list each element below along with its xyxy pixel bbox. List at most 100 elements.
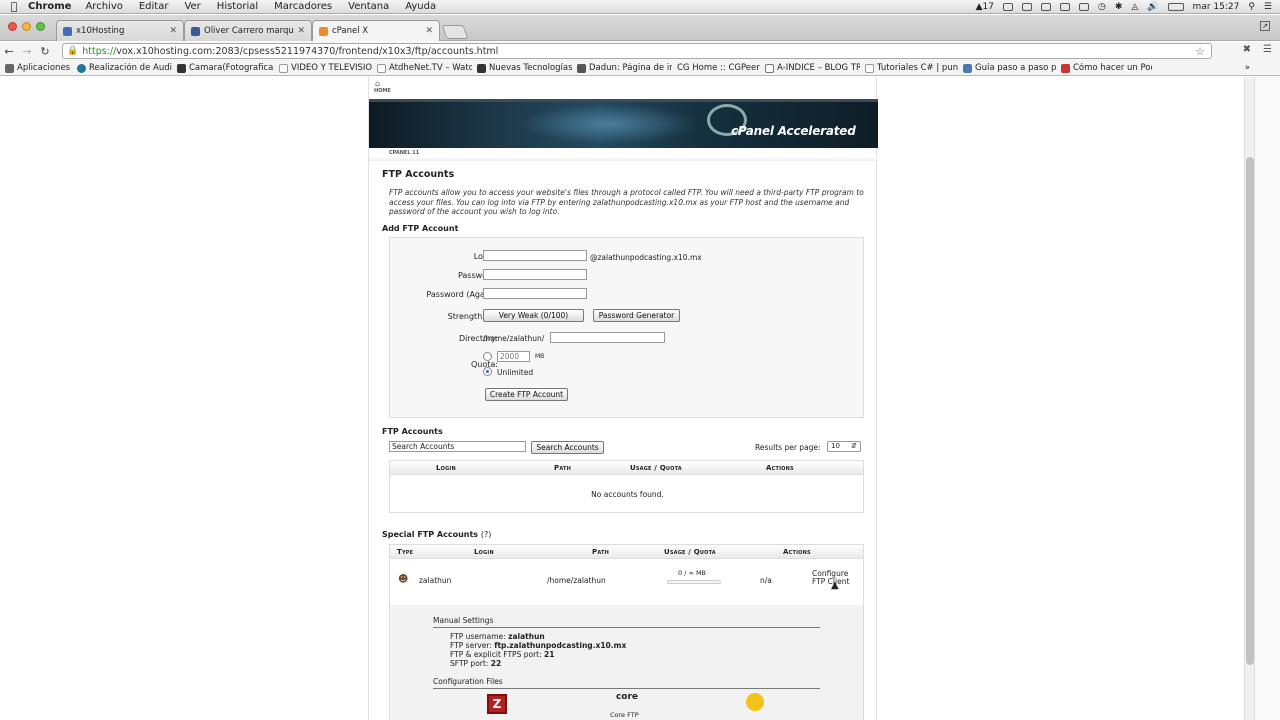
password-generator-button[interactable]: Password Generator [593, 309, 680, 322]
menu-ayuda[interactable]: Ayuda [405, 1, 436, 12]
menu-ventana[interactable]: Ventana [348, 1, 389, 12]
coreftp-label[interactable]: Core FTP [610, 711, 639, 719]
home-link[interactable]: HOME [374, 88, 391, 94]
bookmark-label: Aplicaciones [17, 63, 71, 73]
quota-unit: MB [535, 353, 545, 360]
extension-icon[interactable]: ✖ [1243, 44, 1251, 55]
scrollbar-thumb[interactable] [1246, 157, 1254, 665]
password-input[interactable] [483, 269, 587, 280]
bookmark-item[interactable]: Nuevas Tecnologías [472, 63, 572, 73]
bookmark-item[interactable]: A-INDICE – BLOG TR [760, 63, 860, 73]
volume-icon[interactable]: 🔊 [1147, 2, 1158, 12]
battery-icon[interactable] [1167, 3, 1184, 11]
tab-oliver[interactable]: Oliver Carrero marquez - C ✕ [184, 20, 312, 41]
close-window-button[interactable] [8, 22, 17, 31]
lock-icon[interactable]: 🔒 [67, 46, 78, 56]
apple-icon[interactable]:  [0, 0, 28, 13]
ftp-accounts-table: Login Path Usage / Quota Actions No acco… [389, 460, 864, 513]
bookmark-item[interactable]: Tutoriales C# | punt [860, 63, 958, 73]
bookmark-label: Nuevas Tecnologías [489, 63, 572, 73]
tab-x10hosting[interactable]: x10Hosting ✕ [56, 20, 184, 41]
special-ftp-table: Type Login Path Usage / Quota Actions ☻ … [389, 544, 864, 720]
u-icon [477, 63, 486, 73]
page-icon [279, 63, 288, 73]
wordpress-icon [77, 63, 86, 73]
search-accounts-input[interactable]: Search Accounts [389, 441, 526, 452]
apps-icon [5, 63, 14, 73]
spotlight-icon[interactable]: ⚲ [1248, 2, 1255, 12]
page-description: FTP accounts allow you to access your we… [389, 188, 864, 216]
forward-icon[interactable]: → [18, 45, 36, 58]
time-machine-icon[interactable]: ◷ [1098, 2, 1106, 12]
bookmark-item[interactable]: Aplicaciones [0, 63, 72, 73]
display-icon[interactable] [1079, 3, 1089, 11]
menu-icon[interactable]: ☰ [1263, 44, 1272, 55]
menu-app-name[interactable]: Chrome [28, 1, 71, 12]
bookmark-item[interactable]: Camara(Fotografica [172, 63, 274, 73]
dadun-icon [577, 63, 586, 73]
strength-label: Strength (?): [447, 312, 498, 321]
bookmark-item[interactable]: Realización de Audi [72, 63, 172, 73]
bookmark-item[interactable]: Dadun: Página de in [572, 63, 672, 73]
minimize-window-button[interactable] [22, 22, 31, 31]
quota-input[interactable]: 2000 [497, 351, 530, 362]
zoom-window-button[interactable] [36, 22, 45, 31]
drive-icon[interactable] [1041, 3, 1051, 11]
status-area: ▲17 ◷ ✱ ◬ 🔊 mar 15:27 ⚲ ☰ [976, 0, 1272, 14]
screen-icon[interactable] [1022, 3, 1032, 11]
password-label: Password: [457, 271, 498, 280]
bookmark-item[interactable]: AtdheNet.TV – Watc [372, 63, 472, 73]
column-path[interactable]: Path [554, 464, 571, 472]
search-accounts-button[interactable]: Search Accounts [531, 441, 604, 454]
bookmark-item[interactable]: Guía paso a paso pa [958, 63, 1056, 73]
tab-title: cPanel X [332, 26, 369, 36]
skype-icon[interactable] [1003, 3, 1013, 11]
tab-cpanel[interactable]: cPanel X ✕ [312, 20, 440, 41]
password-again-input[interactable] [483, 288, 587, 299]
column-login[interactable]: Login [436, 464, 456, 472]
menu-historial[interactable]: Historial [217, 1, 258, 12]
create-ftp-account-button[interactable]: Create FTP Account [485, 388, 568, 401]
bookmark-item[interactable]: CG Home :: CGPeers [672, 63, 760, 73]
clock[interactable]: mar 15:27 [1193, 2, 1240, 12]
close-tab-icon[interactable]: ✕ [425, 26, 433, 36]
quota-mb-radio[interactable] [483, 352, 492, 361]
menu-marcadores[interactable]: Marcadores [274, 1, 332, 12]
more-bookmarks-icon[interactable]: » [1245, 63, 1250, 73]
new-tab-button[interactable] [441, 25, 469, 39]
special-usage: 0 / ∞ MB [678, 569, 707, 577]
menu-archivo[interactable]: Archivo [85, 1, 122, 12]
page-scrollbar[interactable] [1244, 77, 1280, 720]
quota-unlimited-radio[interactable] [483, 367, 492, 376]
fullscreen-icon[interactable]: ↗ [1260, 21, 1270, 31]
column-usage[interactable]: Usage / Quota [630, 464, 682, 472]
directory-input[interactable] [550, 332, 665, 343]
notification-icon[interactable]: ▲17 [976, 2, 994, 12]
bookmark-star-icon[interactable]: ☆ [1195, 45, 1205, 58]
menu-ver[interactable]: Ver [184, 1, 200, 12]
bookmark-item[interactable]: Cómo hacer un Podc [1056, 63, 1152, 73]
bookmark-label: Cómo hacer un Podc [1073, 63, 1152, 73]
add-ftp-heading: Add FTP Account [382, 224, 459, 233]
column-login: Login [474, 548, 494, 556]
reload-icon[interactable]: ↻ [36, 45, 54, 58]
address-bar[interactable]: 🔒 https:// vox.x10hosting.com:2083/cpses… [62, 43, 1212, 59]
column-path: Path [592, 548, 610, 556]
back-icon[interactable]: ← [0, 45, 18, 58]
close-tab-icon[interactable]: ✕ [169, 26, 177, 36]
dropbox-icon[interactable] [1060, 3, 1070, 11]
wifi-icon[interactable]: ◬ [1131, 2, 1138, 12]
bookmark-item[interactable]: VIDEO Y TELEVISION [274, 63, 372, 73]
home-icon[interactable]: ⌂ [375, 79, 380, 88]
bluetooth-icon[interactable]: ✱ [1115, 2, 1123, 12]
login-input[interactable] [483, 250, 587, 261]
special-ftp-title: Special FTP Accounts [382, 530, 479, 539]
filezilla-icon[interactable]: Z [487, 694, 507, 714]
close-tab-icon[interactable]: ✕ [297, 26, 305, 36]
special-ftp-help-link[interactable]: (?) [481, 530, 492, 539]
notification-center-icon[interactable]: ☰ [1264, 2, 1272, 12]
results-per-page-select[interactable]: 10 ⇵ [827, 441, 861, 452]
cyberduck-icon[interactable] [746, 693, 764, 711]
login-label: Login: [390, 252, 498, 261]
menu-editar[interactable]: Editar [139, 1, 169, 12]
